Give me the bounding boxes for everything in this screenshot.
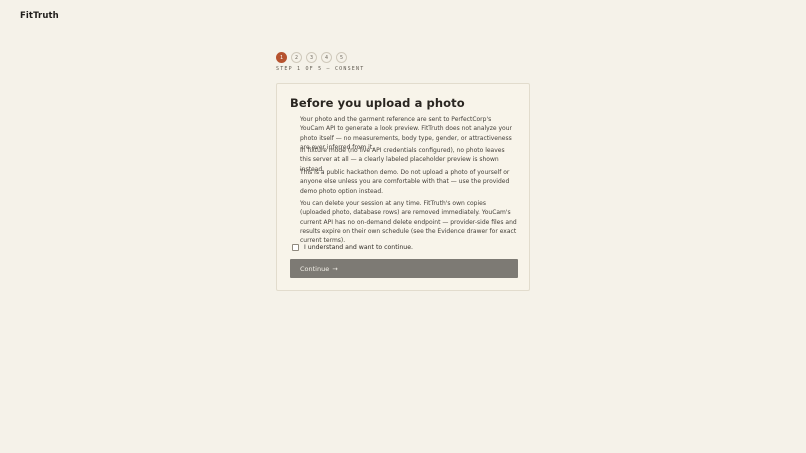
stepper: 1 2 3 4 5: [276, 52, 347, 63]
consent-checkbox-row[interactable]: I understand and want to continue.: [292, 244, 413, 251]
consent-checkbox[interactable]: [292, 244, 299, 251]
step-indicator-3: 3: [306, 52, 317, 63]
consent-card: Before you upload a photo Your photo and…: [276, 83, 530, 291]
step-indicator-2: 2: [291, 52, 302, 63]
card-title: Before you upload a photo: [290, 96, 465, 110]
arrow-right-icon: →: [332, 264, 338, 273]
consent-checkbox-label[interactable]: I understand and want to continue.: [304, 244, 413, 251]
step-indicator-5: 5: [336, 52, 347, 63]
continue-button-label: Continue: [300, 264, 330, 273]
app-logo[interactable]: FitTruth: [20, 11, 59, 21]
consent-paragraph: This is a public hackathon demo. Do not …: [300, 169, 510, 195]
continue-button[interactable]: Continue →: [290, 259, 518, 278]
step-indicator-4: 4: [321, 52, 332, 63]
step-indicator-1: 1: [276, 52, 287, 63]
step-status-text: STEP 1 OF 5 — CONSENT: [276, 66, 365, 72]
consent-paragraph: You can delete your session at any time.…: [300, 200, 517, 245]
